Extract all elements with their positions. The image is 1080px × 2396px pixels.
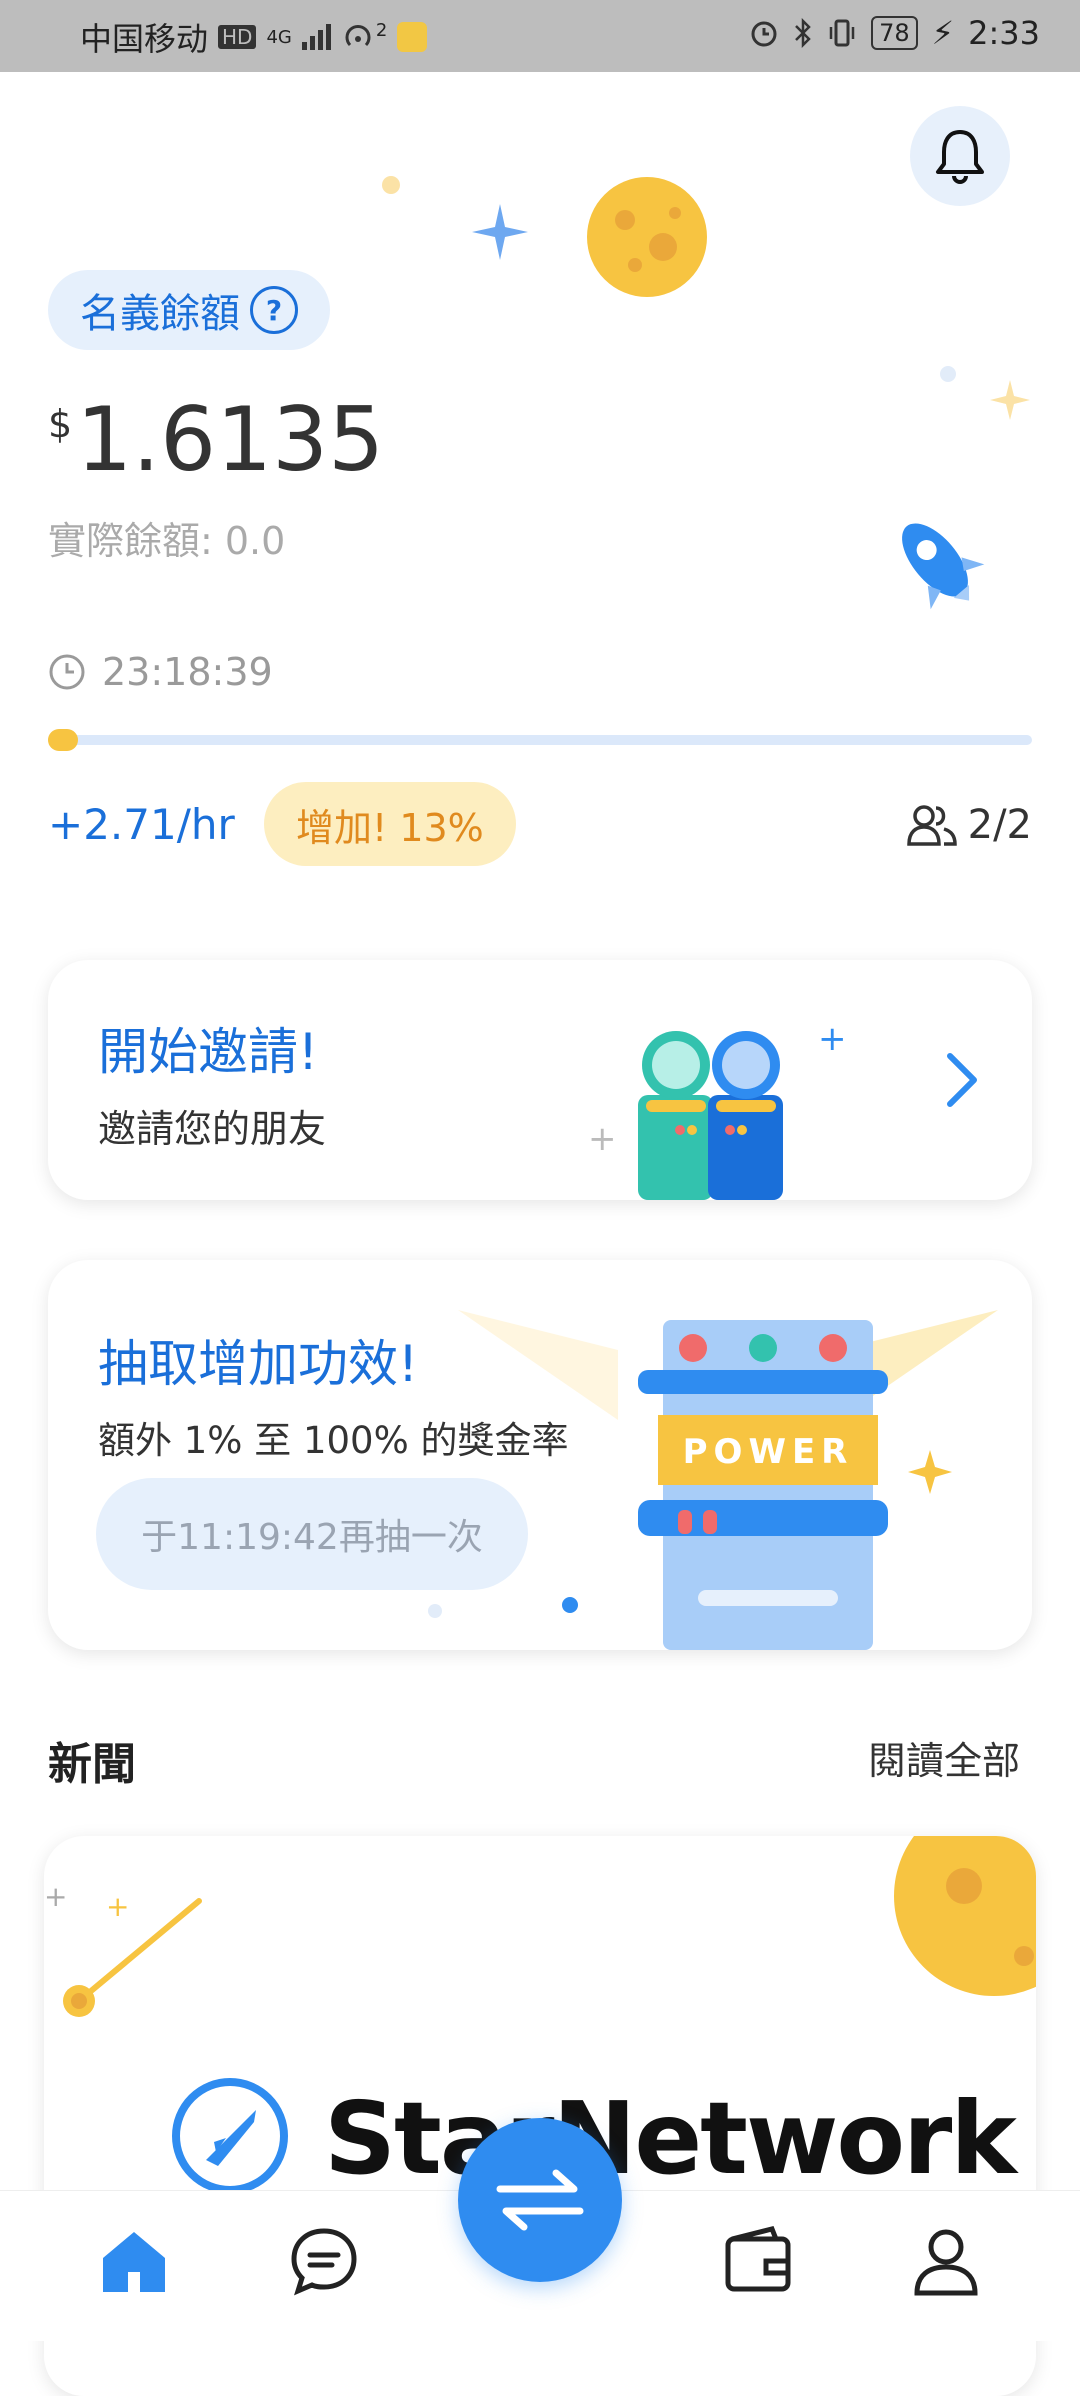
boost-badge: 增加! 13% xyxy=(264,782,516,866)
notifications-button[interactable] xyxy=(910,106,1010,206)
power-label: POWER xyxy=(683,1432,854,1472)
nominal-balance-text: 名義餘額 xyxy=(80,291,240,337)
dot-decoration xyxy=(428,1604,442,1618)
news-heading: 新聞 xyxy=(48,1739,136,1790)
moon-illustration xyxy=(894,1836,1036,1996)
progress-fill xyxy=(48,729,78,751)
home-icon xyxy=(103,2232,165,2292)
invite-title: 開始邀請! xyxy=(98,1023,319,1081)
svg-text:+: + xyxy=(818,1020,847,1059)
nav-chat[interactable] xyxy=(284,2221,364,2301)
star-decoration xyxy=(990,380,1030,420)
star-decoration xyxy=(908,1450,952,1494)
boost-card: 抽取增加功效! 額外 1% 至 100% 的獎金率 于11:19:42再抽一次 … xyxy=(48,1260,1032,1650)
mining-timer: 23:18:39 xyxy=(48,650,273,694)
starnetwork-logo-icon xyxy=(172,2078,288,2194)
status-left: 中国移动 HD 4G 2 xyxy=(80,14,428,60)
nav-wallet[interactable] xyxy=(718,2221,798,2301)
balance-display: $ 1.6135 xyxy=(48,390,384,490)
wallet-icon xyxy=(725,2226,791,2292)
hotspot-icon xyxy=(345,25,371,47)
chevron-right-icon xyxy=(947,1053,977,1107)
battery-level: 78 xyxy=(871,16,918,50)
referral-count-text: 2/2 xyxy=(967,802,1032,848)
swap-button[interactable] xyxy=(458,2118,622,2282)
invite-card[interactable]: 開始邀請! 邀請您的朋友 + + xyxy=(48,960,1032,1200)
help-icon[interactable]: ? xyxy=(250,286,298,334)
profile-icon xyxy=(914,2229,978,2296)
boost-title: 抽取增加功效! xyxy=(98,1335,419,1393)
app-notification-icon xyxy=(397,22,428,52)
friends-illustration: + + xyxy=(588,1020,847,1200)
read-all-link[interactable]: 閱讀全部 xyxy=(868,1730,1020,1785)
vibrate-icon xyxy=(829,19,855,47)
hd-badge: HD xyxy=(218,25,257,49)
users-icon xyxy=(906,805,957,846)
actual-balance: 實際餘額: 0.0 xyxy=(48,519,286,563)
network-type: 4G xyxy=(266,26,292,48)
bluetooth-icon xyxy=(795,18,811,48)
balance-value: 1.6135 xyxy=(76,388,385,491)
hotspot-count: 2 xyxy=(375,19,388,41)
mining-progress-bar xyxy=(48,729,1032,751)
svg-text:+: + xyxy=(44,1880,67,1913)
status-time: 2:33 xyxy=(968,14,1040,52)
invite-subtitle: 邀請您的朋友 xyxy=(98,1107,327,1151)
power-machine-illustration: POWER xyxy=(638,1320,888,1650)
boost-subtitle: 額外 1% 至 100% 的獎金率 xyxy=(98,1419,569,1462)
shooting-star-decoration: + + xyxy=(44,1880,202,2017)
news-banner-title: StarNetwork xyxy=(324,2080,1017,2197)
referral-count[interactable]: 2/2 xyxy=(906,802,1032,848)
alarm-icon xyxy=(751,21,777,47)
nav-home[interactable] xyxy=(94,2221,174,2301)
currency-symbol: $ xyxy=(48,402,73,446)
status-right: 78 ⚡ 2:33 xyxy=(749,14,1040,52)
status-bar: 中国移动 HD 4G 2 78 ⚡ 2:33 xyxy=(0,0,1080,72)
bell-icon xyxy=(936,130,984,184)
svg-text:+: + xyxy=(588,1119,617,1159)
charging-icon: ⚡ xyxy=(931,14,955,52)
sparkle-icon xyxy=(472,204,528,260)
mining-rate: +2.71/hr xyxy=(48,800,235,849)
swap-icon xyxy=(496,2169,584,2231)
signal-icon xyxy=(301,24,331,50)
moon-illustration xyxy=(587,177,707,297)
clock-icon xyxy=(49,654,85,690)
timer-value: 23:18:39 xyxy=(102,650,273,694)
dot-decoration xyxy=(940,366,956,382)
nav-profile[interactable] xyxy=(906,2221,986,2301)
chat-icon xyxy=(291,2228,357,2296)
svg-text:+: + xyxy=(106,1890,129,1923)
dot-decoration xyxy=(382,176,400,194)
nominal-balance-label[interactable]: 名義餘額 ? xyxy=(48,270,330,350)
rocket-illustration xyxy=(902,523,985,610)
carrier-name: 中国移动 xyxy=(80,20,209,58)
draw-again-button[interactable]: 于11:19:42再抽一次 xyxy=(96,1478,528,1590)
dot-decoration xyxy=(562,1597,578,1613)
